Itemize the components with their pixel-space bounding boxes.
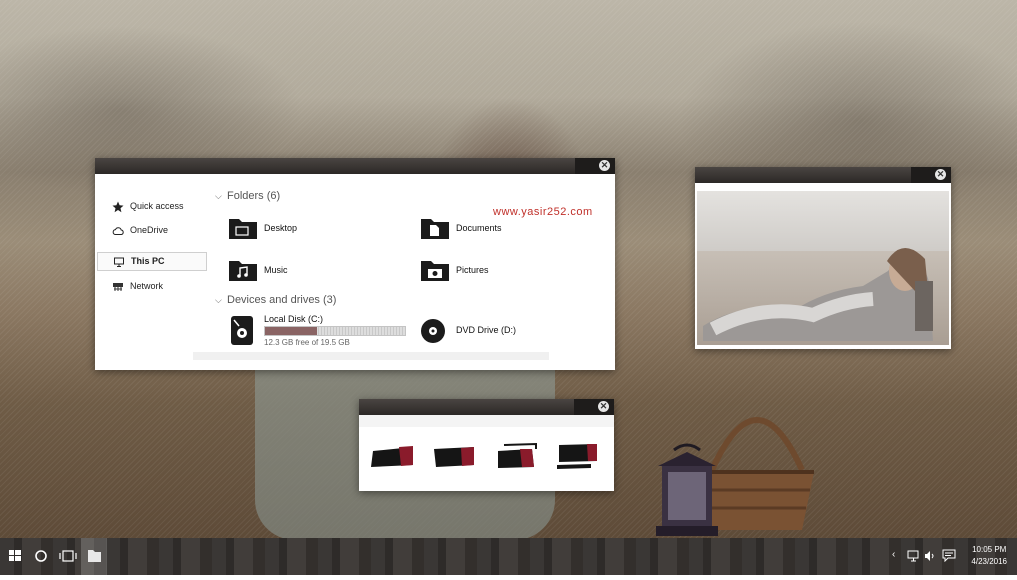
photo-image (697, 191, 949, 345)
file-explorer-window[interactable]: ✕ Quick access OneDrive This PC Network … (95, 158, 615, 370)
pictures-folder-icon (421, 261, 449, 281)
task-view-icon (59, 550, 77, 562)
show-hidden-icons-button[interactable]: ‹ (892, 549, 895, 560)
monitor-icon (114, 257, 124, 267)
photo-titlebar[interactable]: ✕ (695, 167, 951, 183)
taskbar-clock[interactable]: 10:05 PM 4/23/2016 (971, 544, 1007, 568)
photo-person (703, 247, 933, 341)
drive-name: DVD Drive (D:) (456, 325, 516, 335)
cortana-circle-icon (35, 550, 47, 562)
drive-name: Local Disk (C:) (264, 314, 324, 324)
nav-item-label: Network (130, 281, 164, 291)
nav-item-onedrive[interactable]: OneDrive (97, 222, 207, 239)
folders-section-header[interactable]: ⌵ Folders (6) (215, 190, 280, 202)
theme-preview-2-icon[interactable] (431, 441, 477, 471)
taskbar: ‹ 10:05 PM 4/23/2016 (0, 538, 1017, 575)
horizontal-scrollbar[interactable] (193, 352, 549, 360)
folder-name: Documents (456, 223, 502, 233)
close-button[interactable]: ✕ (598, 401, 609, 412)
nav-item-label: Quick access (130, 201, 184, 211)
close-icon: ✕ (936, 169, 945, 179)
folder-name: Desktop (264, 223, 298, 233)
devices-header-label: Devices and drives (3) (227, 294, 337, 306)
theme-preview-3-icon[interactable] (494, 441, 540, 471)
nav-item-label: OneDrive (130, 225, 169, 235)
photo-viewer-window[interactable]: ✕ (695, 167, 951, 349)
folder-icon (88, 550, 101, 562)
wallpaper-lantern (656, 443, 718, 536)
documents-folder-icon (421, 219, 449, 239)
taskbar-file-explorer-button[interactable] (81, 538, 107, 575)
nav-item-quick-access[interactable]: Quick access (97, 198, 207, 215)
theme-icons-window[interactable]: ✕ (359, 399, 614, 491)
close-icon: ✕ (600, 160, 609, 170)
close-icon: ✕ (599, 401, 608, 411)
themes-titlebar[interactable]: ✕ (359, 399, 614, 415)
theme-preview-4-icon[interactable] (555, 441, 601, 471)
drive-free-space: 12.3 GB free of 19.5 GB (264, 338, 350, 347)
close-button[interactable]: ✕ (935, 169, 946, 180)
close-button[interactable]: ✕ (599, 160, 610, 171)
drive-usage-fill (265, 327, 317, 335)
network-icon (113, 283, 123, 291)
folder-name: Music (264, 265, 288, 275)
system-tray: ‹ (890, 538, 960, 575)
content-pane: ⌵ Folders (6) Desktop Documents Music Pic… (213, 174, 613, 364)
drive-usage-bar (264, 326, 406, 336)
nav-item-label: This PC (131, 256, 165, 266)
clock-date: 4/23/2016 (971, 557, 1007, 566)
start-button[interactable] (2, 538, 28, 575)
star-icon (112, 201, 124, 213)
chevron-down-icon: ⌵ (215, 295, 222, 305)
search-button[interactable] (28, 538, 54, 575)
folder-name: Pictures (456, 265, 489, 275)
drive-local-disk-c[interactable]: Local Disk (C:) 12.3 GB free of 19.5 GB (228, 314, 408, 348)
clock-time: 10:05 PM (972, 545, 1007, 554)
hard-drive-icon (231, 316, 253, 345)
task-view-button[interactable] (55, 538, 81, 575)
cloud-icon (112, 227, 124, 235)
watermark-text: www.yasir252.com (493, 206, 593, 218)
volume-icon[interactable] (924, 550, 936, 562)
nav-item-this-pc[interactable]: This PC (97, 252, 207, 271)
dvd-drive-icon (421, 319, 445, 343)
action-center-icon[interactable] (942, 549, 956, 562)
explorer-titlebar[interactable]: ✕ (95, 158, 615, 174)
devices-section-header[interactable]: ⌵ Devices and drives (3) (215, 294, 336, 306)
navigation-pane: Quick access OneDrive This PC Network (95, 174, 209, 370)
windows-logo-icon (9, 550, 21, 561)
folders-header-label: Folders (6) (227, 190, 281, 202)
music-folder-icon (229, 261, 257, 281)
themes-toolbar-band (359, 415, 614, 427)
nav-item-network[interactable]: Network (97, 278, 207, 295)
theme-preview-1-icon[interactable] (369, 441, 415, 471)
desktop-folder-icon (229, 219, 257, 239)
chevron-down-icon: ⌵ (215, 191, 222, 201)
network-status-icon[interactable] (907, 550, 921, 562)
